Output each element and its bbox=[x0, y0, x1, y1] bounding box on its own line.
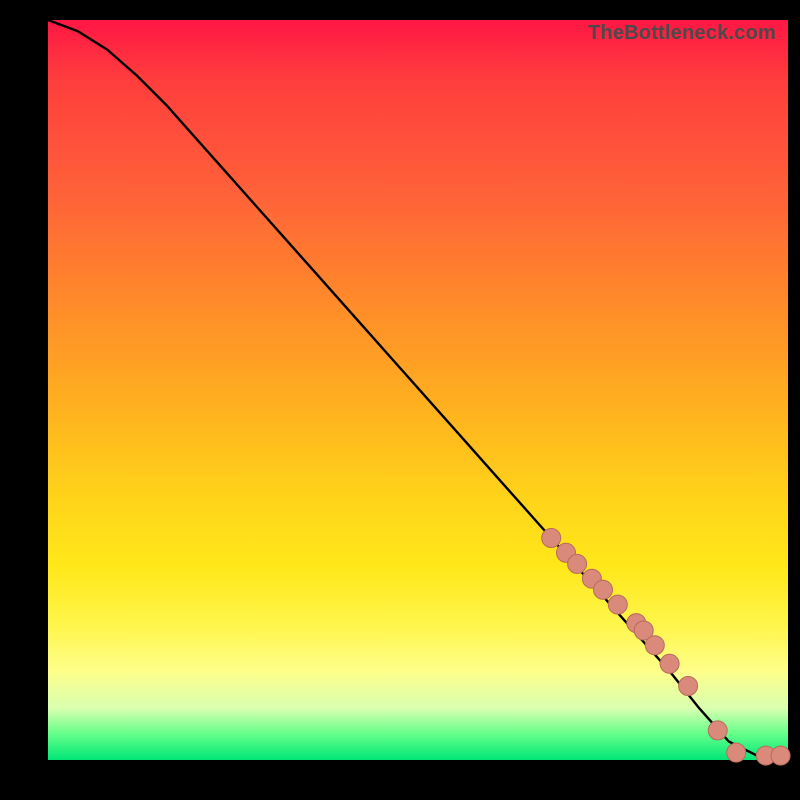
data-marker bbox=[594, 580, 613, 599]
plot-area: TheBottleneck.com bbox=[48, 20, 788, 760]
chart-frame: TheBottleneck.com bbox=[0, 0, 800, 800]
data-marker bbox=[660, 654, 679, 673]
data-marker bbox=[568, 554, 587, 573]
data-marker bbox=[679, 677, 698, 696]
data-marker bbox=[645, 636, 664, 655]
data-marker bbox=[771, 746, 790, 765]
data-marker bbox=[542, 529, 561, 548]
data-marker bbox=[708, 721, 727, 740]
bottleneck-curve bbox=[48, 20, 788, 756]
marker-group bbox=[542, 529, 790, 766]
data-marker bbox=[608, 595, 627, 614]
data-marker bbox=[727, 743, 746, 762]
chart-overlay bbox=[48, 20, 788, 760]
